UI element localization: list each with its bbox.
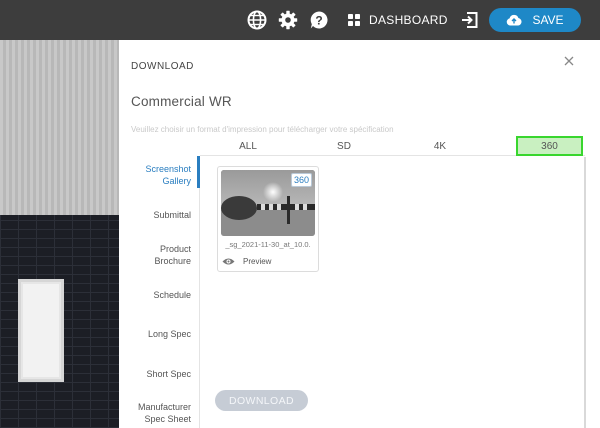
tab-sd[interactable]: SD: [296, 136, 392, 156]
save-label: SAVE: [532, 13, 564, 27]
close-icon[interactable]: [562, 54, 576, 68]
screenshot-gallery-label: Screenshot Gallery: [145, 164, 191, 186]
globe-icon[interactable]: [246, 9, 268, 31]
gallery-panel: 360 _sg_2021-11-30_at_10.0. Preview DOWN…: [201, 157, 583, 428]
product-name: Commercial WR: [131, 94, 232, 109]
sidebar-item-submittal[interactable]: Submittal: [153, 209, 191, 221]
svg-text:?: ?: [315, 13, 322, 27]
sidebar-item-product-brochure[interactable]: Product Brochure: [154, 243, 191, 267]
product-brochure-label: Product Brochure: [154, 244, 191, 266]
save-button[interactable]: SAVE: [489, 8, 581, 32]
gallery-scrollbar[interactable]: [584, 157, 586, 428]
exit-icon[interactable]: [459, 9, 481, 31]
format-hint: Veuillez choisir un format d'impression …: [131, 125, 394, 134]
eye-icon: [222, 257, 235, 266]
dashboard-link[interactable]: DASHBOARD: [347, 12, 448, 28]
sidebar-item-schedule[interactable]: Schedule: [153, 289, 191, 301]
active-nav-indicator: [197, 156, 200, 188]
schedule-label: Schedule: [153, 290, 191, 300]
upper-wall-panel: [0, 40, 119, 220]
sidebar-item-long-spec[interactable]: Long Spec: [148, 328, 191, 340]
tab-4k[interactable]: 4K: [392, 136, 488, 156]
help-icon[interactable]: ?: [308, 9, 330, 31]
sidebar-item-short-spec[interactable]: Short Spec: [146, 368, 191, 380]
long-spec-label: Long Spec: [147, 329, 191, 339]
format-tabs: ALL SD 4K 360: [200, 136, 585, 156]
screenshot-thumbnail[interactable]: 360: [221, 170, 315, 236]
screenshot-card[interactable]: 360 _sg_2021-11-30_at_10.0. Preview: [217, 166, 319, 272]
short-spec-label: Short Spec: [146, 369, 191, 379]
gear-icon[interactable]: [277, 9, 299, 31]
preview-link[interactable]: Preview: [222, 257, 271, 266]
tab-360[interactable]: 360: [516, 136, 583, 156]
sidebar-item-screenshot-gallery[interactable]: Screenshot Gallery: [145, 163, 191, 187]
screenshot-filename: _sg_2021-11-30_at_10.0.: [225, 240, 311, 249]
top-toolbar: ? DASHBOARD SAVE: [0, 0, 600, 40]
sidebar-item-manufacturer-spec-sheet[interactable]: Manufacturer Spec Sheet: [138, 401, 191, 425]
download-button[interactable]: DOWNLOAD: [215, 390, 308, 411]
tab-all[interactable]: ALL: [200, 136, 296, 156]
manufacturer-spec-sheet-label: Manufacturer Spec Sheet: [137, 402, 191, 424]
download-dialog: DOWNLOAD Commercial WR Veuillez choisir …: [119, 40, 600, 428]
window-model: [18, 279, 64, 382]
dashboard-grid-icon: [347, 13, 361, 27]
dialog-title: DOWNLOAD: [131, 61, 194, 72]
submittal-label: Submittal: [153, 210, 191, 220]
category-sidebar: Screenshot Gallery Submittal Product Bro…: [119, 157, 200, 428]
3d-viewport[interactable]: [0, 40, 119, 428]
360-badge: 360: [290, 173, 312, 187]
dashboard-label: DASHBOARD: [369, 13, 448, 27]
preview-label: Preview: [243, 257, 272, 266]
cloud-upload-icon: [506, 14, 522, 26]
